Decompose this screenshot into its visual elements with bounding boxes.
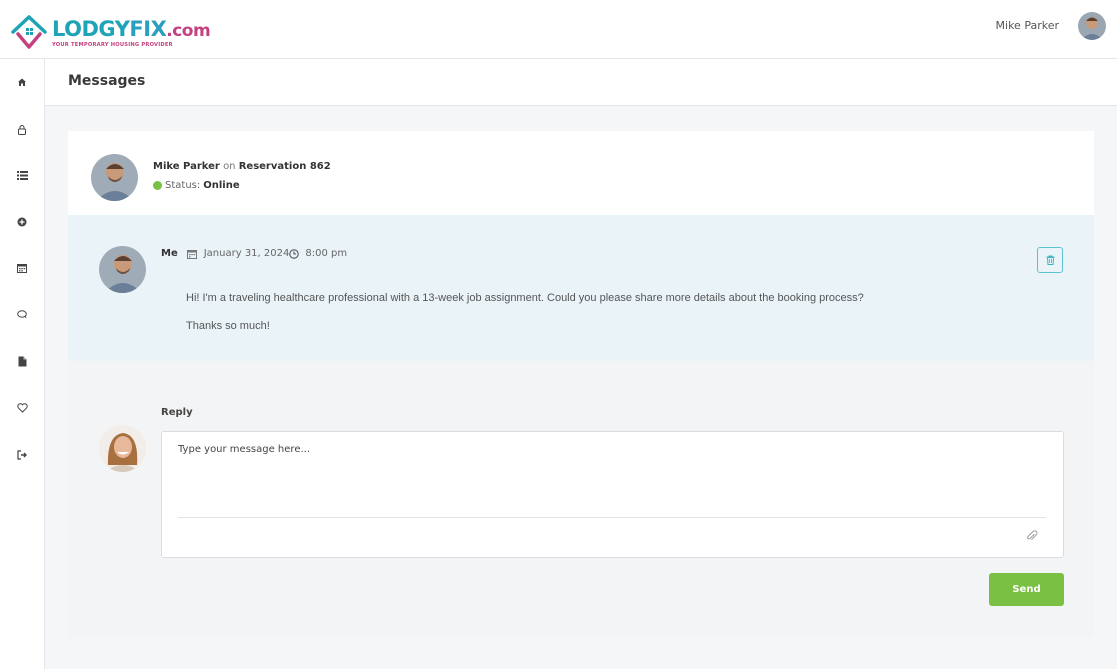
- calendar-icon: [186, 249, 197, 259]
- file-icon: [18, 356, 26, 366]
- reply-label: Reply: [161, 407, 193, 418]
- reply-user-avatar: [99, 425, 146, 472]
- page-title: Messages: [68, 73, 146, 89]
- message-time: 8:00 pm: [305, 248, 348, 259]
- message-text-line1: Hi! I'm a traveling healthcare professio…: [186, 292, 864, 304]
- sidebar-item-home[interactable]: [12, 72, 32, 92]
- message-thread-card: Mike Parker on Reservation 862 Status: O…: [68, 131, 1094, 637]
- contact-name: Mike Parker: [153, 161, 220, 172]
- page-header: Messages: [45, 59, 1117, 106]
- sidebar-item-listings[interactable]: [12, 165, 32, 185]
- reservation-link[interactable]: Reservation 862: [239, 161, 331, 172]
- brand-logo[interactable]: LODGYFIX.com YOUR TEMPORARY HOUSING PROV…: [10, 11, 211, 55]
- chat-icon: [16, 310, 27, 319]
- attach-file-icon[interactable]: [1026, 530, 1038, 542]
- trash-icon: [1046, 255, 1054, 265]
- sidebar-item-documents[interactable]: [12, 351, 32, 371]
- calendar-icon: [17, 264, 27, 273]
- delete-message-button[interactable]: [1037, 247, 1063, 273]
- brand-name-part1: LODGY: [52, 16, 130, 41]
- message-meta: Me January 31, 2024 8:00 pm: [161, 248, 347, 259]
- heart-icon: [16, 403, 28, 413]
- message-date: January 31, 2024: [203, 248, 290, 259]
- status-label: Status:: [165, 180, 201, 191]
- message-author: Me: [161, 248, 178, 259]
- brand-tagline: YOUR TEMPORARY HOUSING PROVIDER: [52, 41, 173, 48]
- plus-circle-icon: [17, 217, 27, 227]
- thread-title: Mike Parker on Reservation 862: [153, 161, 331, 172]
- lock-icon: [18, 124, 26, 135]
- clock-icon: [289, 248, 300, 259]
- send-button[interactable]: Send: [989, 573, 1064, 606]
- header-user-name[interactable]: Mike Parker: [996, 19, 1059, 32]
- sidebar: [0, 59, 45, 669]
- brand-name-part2: FIX: [129, 16, 167, 41]
- reply-message-input[interactable]: [178, 444, 1046, 518]
- reply-box: [161, 431, 1064, 558]
- status-online-dot: [153, 181, 162, 190]
- sidebar-item-logout[interactable]: [12, 445, 32, 465]
- house-logo-icon: [11, 15, 47, 49]
- top-header: LODGYFIX.com YOUR TEMPORARY HOUSING PROV…: [0, 0, 1117, 59]
- sidebar-item-favorites[interactable]: [12, 398, 32, 418]
- brand-name-part3: .com: [166, 20, 211, 41]
- thread-header: Mike Parker on Reservation 862 Status: O…: [68, 131, 1094, 215]
- home-icon: [18, 78, 26, 86]
- list-icon: [16, 170, 28, 180]
- brand-name: LODGYFIX.com: [52, 16, 211, 41]
- sidebar-item-security[interactable]: [12, 119, 32, 139]
- contact-status: Status: Online: [153, 180, 240, 191]
- message-text-line2: Thanks so much!: [186, 320, 270, 332]
- sidebar-item-add[interactable]: [12, 212, 32, 232]
- status-value: Online: [203, 180, 240, 191]
- sidebar-item-messages[interactable]: [12, 305, 32, 325]
- sign-out-icon: [16, 450, 27, 460]
- sidebar-item-calendar[interactable]: [12, 258, 32, 278]
- message-author-avatar: [99, 246, 146, 293]
- header-user-avatar[interactable]: [1078, 12, 1106, 40]
- thread-on-word: on: [223, 161, 236, 172]
- message-item: Me January 31, 2024 8:00 pm Hi! I'm a tr…: [68, 215, 1094, 361]
- contact-avatar: [91, 154, 138, 201]
